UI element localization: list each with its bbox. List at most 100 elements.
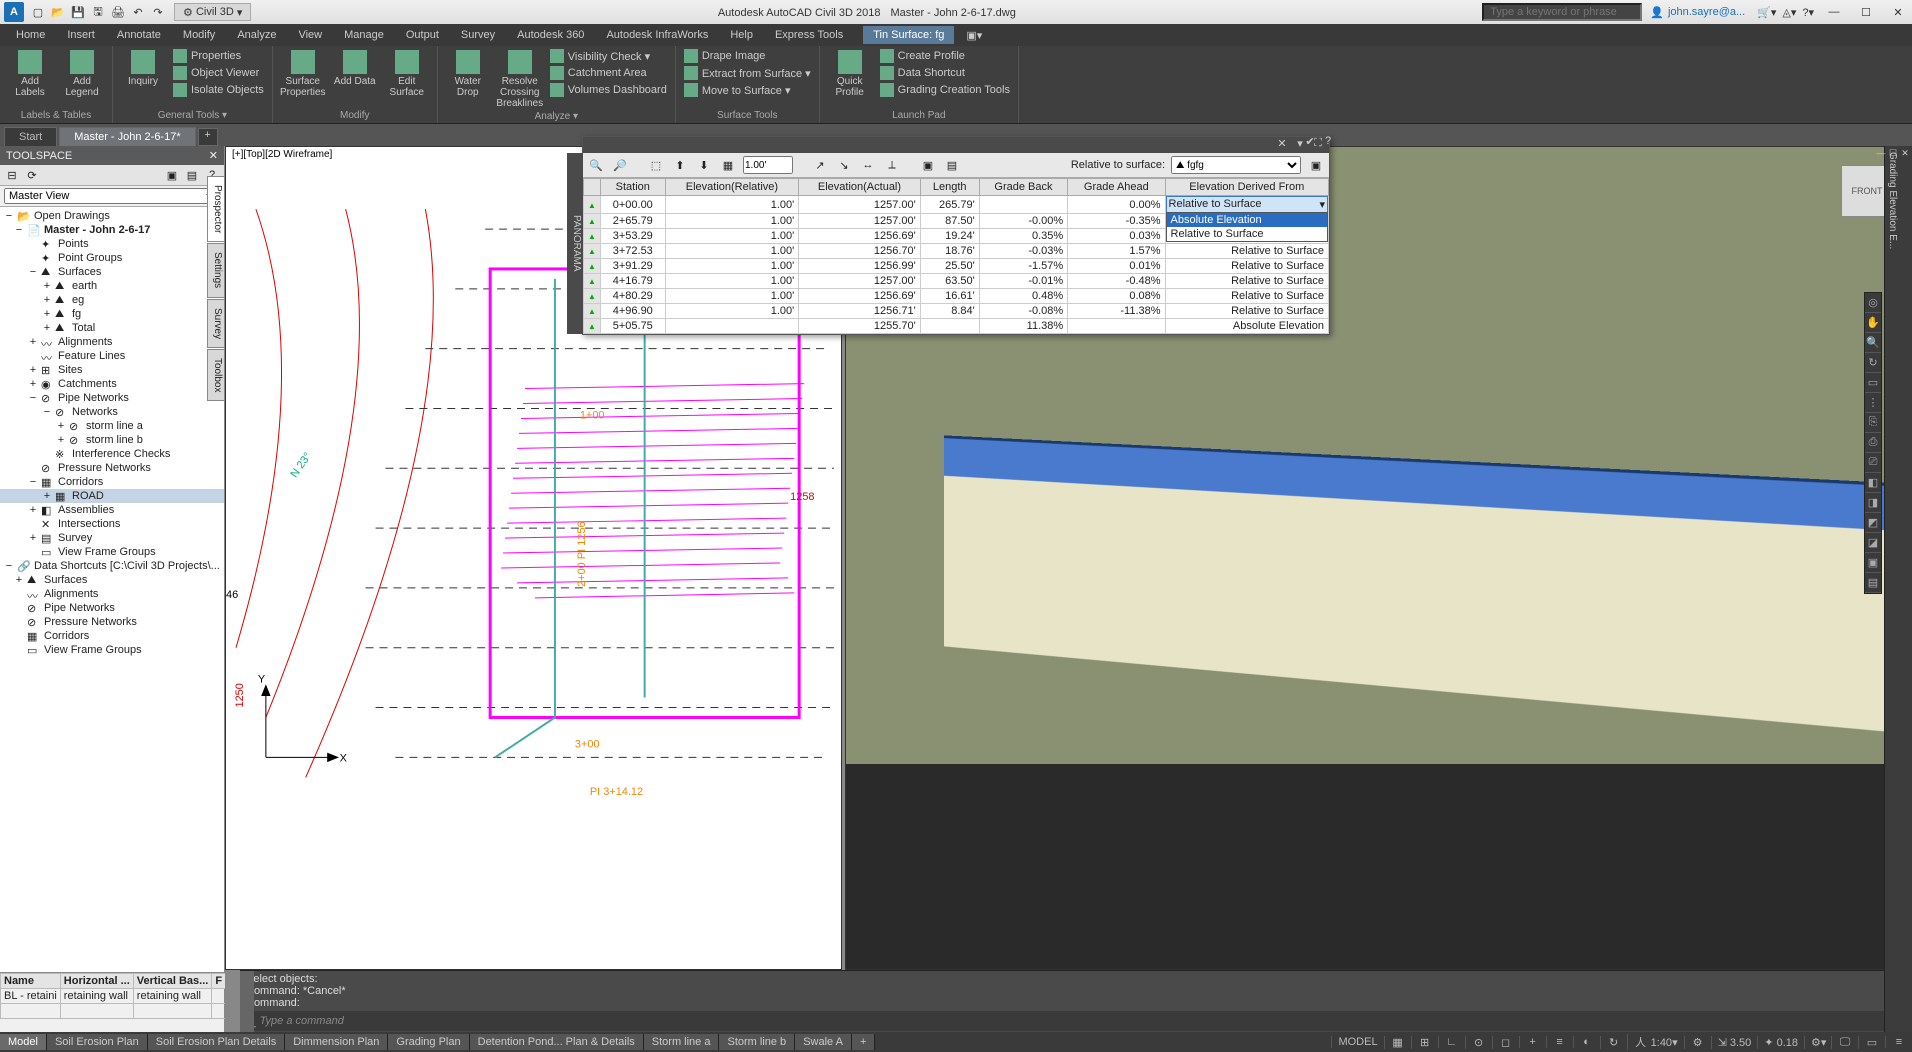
help-search-input[interactable] bbox=[1482, 3, 1642, 21]
tree-node[interactable]: ※Interference Checks bbox=[0, 447, 224, 461]
cell-station[interactable]: 4+16.79 bbox=[600, 274, 665, 289]
cell-elev-act[interactable]: 1257.00' bbox=[799, 274, 921, 289]
cell-elev-rel[interactable]: 1.00' bbox=[665, 244, 799, 259]
signin-icon[interactable]: 👤 bbox=[1650, 6, 1664, 19]
ribbon-button[interactable]: Object Viewer bbox=[171, 65, 266, 81]
cell-station[interactable]: 3+72.53 bbox=[600, 244, 665, 259]
tree-node[interactable]: +⊘storm line b bbox=[0, 433, 224, 447]
ribbon-button[interactable]: Visibility Check ▾ bbox=[548, 48, 669, 64]
steering-wheel-icon[interactable]: ◎ bbox=[1865, 293, 1881, 313]
cell-grade-ahead[interactable]: -0.35% bbox=[1068, 214, 1165, 229]
tree-node[interactable]: −📂Open Drawings bbox=[0, 209, 224, 223]
cell-elev-act[interactable]: 1256.69' bbox=[799, 289, 921, 304]
cell-grade-ahead[interactable]: 1.57% bbox=[1068, 244, 1165, 259]
grid-header[interactable]: Grade Back bbox=[979, 179, 1067, 196]
tab-output[interactable]: Output bbox=[396, 26, 449, 44]
nav-b-icon[interactable]: ⎙ bbox=[1865, 433, 1881, 453]
cell-grade-back[interactable]: 11.38% bbox=[979, 319, 1067, 334]
tree-node[interactable]: +◉Catchments bbox=[0, 377, 224, 391]
tree-node[interactable]: −▦Corridors bbox=[0, 475, 224, 489]
ribbon-button[interactable]: Water Drop bbox=[444, 48, 492, 98]
snap-toggle-icon[interactable]: ⊞ bbox=[1418, 1036, 1432, 1049]
tree-node[interactable]: −🔗Data Shortcuts [C:\Civil 3D Projects\.… bbox=[0, 559, 224, 573]
tab-express[interactable]: Express Tools bbox=[765, 26, 853, 44]
cell-length[interactable]: 63.50' bbox=[920, 274, 979, 289]
cell-elev-derived[interactable]: Relative to Surface bbox=[1165, 244, 1328, 259]
tree-node[interactable]: +⛰Surfaces bbox=[0, 573, 224, 587]
panorama-help-icon[interactable]: ? bbox=[1321, 135, 1335, 147]
close-button[interactable]: ✕ bbox=[1888, 6, 1908, 19]
open-icon[interactable]: 📂 bbox=[50, 4, 66, 20]
cell-length[interactable]: 19.24' bbox=[920, 229, 979, 244]
tree-node[interactable]: +▦ROAD bbox=[0, 489, 224, 503]
ribbon-button[interactable]: Data Shortcut bbox=[878, 65, 1012, 81]
grid-header[interactable]: Elevation(Relative) bbox=[665, 179, 799, 196]
tree-node[interactable]: +⛰Total bbox=[0, 321, 224, 335]
tab-help[interactable]: Help bbox=[720, 26, 763, 44]
save-icon[interactable]: 💾 bbox=[70, 4, 86, 20]
nav-h-icon[interactable]: ▣ bbox=[1865, 553, 1881, 573]
customize-icon[interactable]: ≡ bbox=[1892, 1036, 1906, 1048]
cell-elev-derived-dropdown[interactable]: Relative to Surface▾Absolute ElevationRe… bbox=[1165, 196, 1328, 214]
cell-elev-act[interactable]: 1256.71' bbox=[799, 304, 921, 319]
tree-node[interactable]: +⛰eg bbox=[0, 293, 224, 307]
cell-elev-derived[interactable]: Relative to Surface bbox=[1165, 259, 1328, 274]
cell-elev-derived[interactable]: Relative to Surface bbox=[1165, 274, 1328, 289]
ortho-toggle-icon[interactable]: ∟ bbox=[1445, 1036, 1459, 1048]
tree-node[interactable]: 〰Feature Lines bbox=[0, 349, 224, 363]
ribbon-button[interactable]: Isolate Objects bbox=[171, 82, 266, 98]
ribbon-button[interactable]: Volumes Dashboard bbox=[548, 82, 669, 98]
panorama-palette[interactable]: PANORAMA ✔ ? ✕ ▾ ⛶ 🔍 🔎 ⬚ ⬆ ⬇ ▦ ↗ ↘ ↔ ⟂ ▣… bbox=[582, 136, 1330, 335]
nav-more-icon[interactable]: ⋮ bbox=[1865, 393, 1881, 413]
tree-refresh-icon[interactable]: ⟳ bbox=[24, 167, 40, 183]
item-view-icon[interactable]: ▤ bbox=[184, 167, 200, 183]
grid-col-horiz[interactable]: Horizontal ... bbox=[60, 974, 133, 989]
cell-grade-back[interactable]: -0.08% bbox=[979, 304, 1067, 319]
cell-length[interactable]: 16.61' bbox=[920, 289, 979, 304]
layout-tab[interactable]: Storm line a bbox=[644, 1034, 720, 1050]
help-icon[interactable]: ?▾ bbox=[1802, 6, 1814, 19]
cell-elev-derived[interactable]: Absolute Elevation bbox=[1165, 319, 1328, 334]
cell-elev-rel[interactable]: 1.00' bbox=[665, 196, 799, 214]
tree-node[interactable]: ⊘Pipe Networks bbox=[0, 601, 224, 615]
layout-tab[interactable]: Swale A bbox=[795, 1034, 852, 1050]
layout-tab[interactable]: Soil Erosion Plan bbox=[47, 1034, 148, 1050]
decimal-value[interactable]: ⇲ 3.50 bbox=[1718, 1037, 1752, 1049]
cell-length[interactable]: 18.76' bbox=[920, 244, 979, 259]
tree-node[interactable]: +〰Alignments bbox=[0, 335, 224, 349]
grid-header[interactable]: Elevation(Actual) bbox=[799, 179, 921, 196]
ribbon-button[interactable]: Extract from Surface ▾ bbox=[682, 65, 813, 81]
cell-grade-ahead[interactable]: 0.00% bbox=[1068, 196, 1165, 214]
tree-node[interactable]: −⊘Pipe Networks bbox=[0, 391, 224, 405]
cell-elev-act[interactable]: 1255.70' bbox=[799, 319, 921, 334]
nav-i-icon[interactable]: ▤ bbox=[1865, 573, 1881, 593]
gear-icon[interactable]: ⚙ bbox=[1691, 1036, 1705, 1049]
cell-elev-rel[interactable]: 1.00' bbox=[665, 274, 799, 289]
cell-grade-ahead[interactable] bbox=[1068, 319, 1165, 334]
insert-pvi-icon[interactable]: ⬚ bbox=[647, 156, 665, 174]
nav-a-icon[interactable]: ⎘ bbox=[1865, 413, 1881, 433]
command-line[interactable]: Select objects:Command: *Cancel*Command:… bbox=[240, 970, 1912, 1032]
tab-modify[interactable]: Modify bbox=[173, 26, 225, 44]
cell-grade-ahead[interactable]: -11.38% bbox=[1068, 304, 1165, 319]
cell-elev-rel[interactable]: 1.00' bbox=[665, 214, 799, 229]
ramp-down-icon[interactable]: ↘ bbox=[835, 156, 853, 174]
tab-insert[interactable]: Insert bbox=[57, 26, 105, 44]
cell-elev-act[interactable]: 1256.99' bbox=[799, 259, 921, 274]
cmd-grip-icon[interactable] bbox=[240, 971, 254, 1032]
cell-station[interactable]: 0+00.00 bbox=[600, 196, 665, 214]
tab-manage[interactable]: Manage bbox=[334, 26, 394, 44]
cell-grade-ahead[interactable]: -0.48% bbox=[1068, 274, 1165, 289]
cycling-icon[interactable]: ↻ bbox=[1607, 1036, 1621, 1049]
lower-icon[interactable]: ⬇ bbox=[695, 156, 713, 174]
layout-tab-model[interactable]: Model bbox=[0, 1034, 47, 1050]
monitor-icon[interactable]: 🖵 bbox=[1838, 1036, 1852, 1049]
cell-elev-rel[interactable]: 1.00' bbox=[665, 289, 799, 304]
cell-length[interactable] bbox=[920, 319, 979, 334]
tree-node[interactable]: +⊘storm line a bbox=[0, 419, 224, 433]
tab-home[interactable]: Home bbox=[6, 26, 55, 44]
cell-elev-act[interactable]: 1256.70' bbox=[799, 244, 921, 259]
tree-node[interactable]: +▤Survey bbox=[0, 531, 224, 545]
layout-tab[interactable]: Storm line b bbox=[719, 1034, 795, 1050]
select-surface-icon[interactable]: ▣ bbox=[919, 156, 937, 174]
